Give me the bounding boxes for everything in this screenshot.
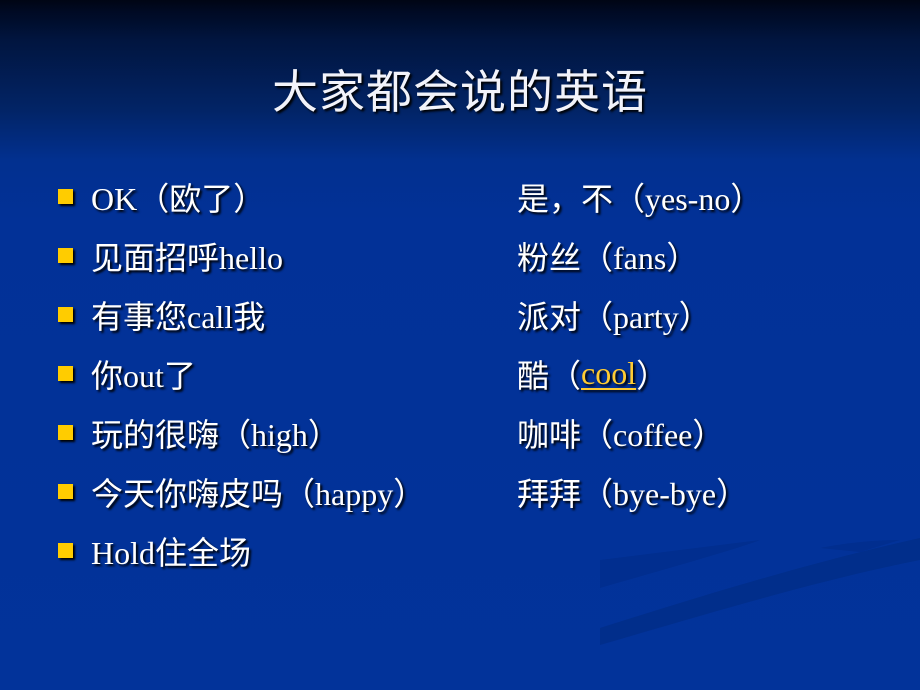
list-item-text: 粉丝（fans） <box>517 239 699 276</box>
list-item: 见面招呼hello <box>58 226 425 285</box>
list-item: 今天你嗨皮吗（happy） <box>58 462 425 521</box>
list-item: 拜拜（bye-bye） <box>517 462 762 521</box>
square-bullet-icon <box>58 425 73 440</box>
square-bullet-icon <box>58 248 73 263</box>
square-bullet-icon <box>58 189 73 204</box>
list-item-text: 有事您call我 <box>91 298 266 335</box>
list-item: 粉丝（fans） <box>517 226 762 285</box>
list-item: 是，不（yes-no） <box>517 167 762 226</box>
list-item-prefix: 酷（ <box>517 357 582 394</box>
list-item: Hold住全场 <box>58 521 425 580</box>
left-bullet-list: OK（欧了） 见面招呼hello 有事您call我 你out了 玩的很嗨（hig… <box>58 167 425 580</box>
square-bullet-icon <box>58 366 73 381</box>
list-item: 玩的很嗨（high） <box>58 403 425 462</box>
list-item-text: 见面招呼hello <box>91 239 283 276</box>
right-word-list: 是，不（yes-no） 粉丝（fans） 派对（party） 酷（ cool） 咖… <box>517 167 762 521</box>
list-item: 派对（party） <box>517 285 762 344</box>
square-bullet-icon <box>58 484 73 499</box>
list-item-text: 是，不（yes-no） <box>517 180 763 217</box>
list-item-text: Hold住全场 <box>91 534 252 571</box>
square-bullet-icon <box>58 307 73 322</box>
list-item-text: OK（欧了） <box>91 180 266 217</box>
list-item: 有事您call我 <box>58 285 425 344</box>
slide-title: 大家都会说的英语 <box>272 65 648 119</box>
list-item-text: 派对（party） <box>517 298 711 335</box>
list-item-text: 玩的很嗨（high） <box>91 416 340 453</box>
list-item: 酷（ cool） <box>517 344 762 403</box>
slide: 大家都会说的英语 OK（欧了） 见面招呼hello 有事您call我 你out了… <box>0 0 920 690</box>
list-item-text: 今天你嗨皮吗（happy） <box>91 475 426 512</box>
list-item-suffix: ） <box>636 357 669 394</box>
list-item: 咖啡（coffee） <box>517 403 762 462</box>
cool-hyperlink[interactable]: cool <box>581 355 636 392</box>
square-bullet-icon <box>58 543 73 558</box>
list-item: 你out了 <box>58 344 425 403</box>
list-item-text: 拜拜（bye-bye） <box>517 475 749 512</box>
list-item-text: 咖啡（coffee） <box>517 416 725 453</box>
list-item: OK（欧了） <box>58 167 425 226</box>
list-item-text: 你out了 <box>91 357 196 394</box>
